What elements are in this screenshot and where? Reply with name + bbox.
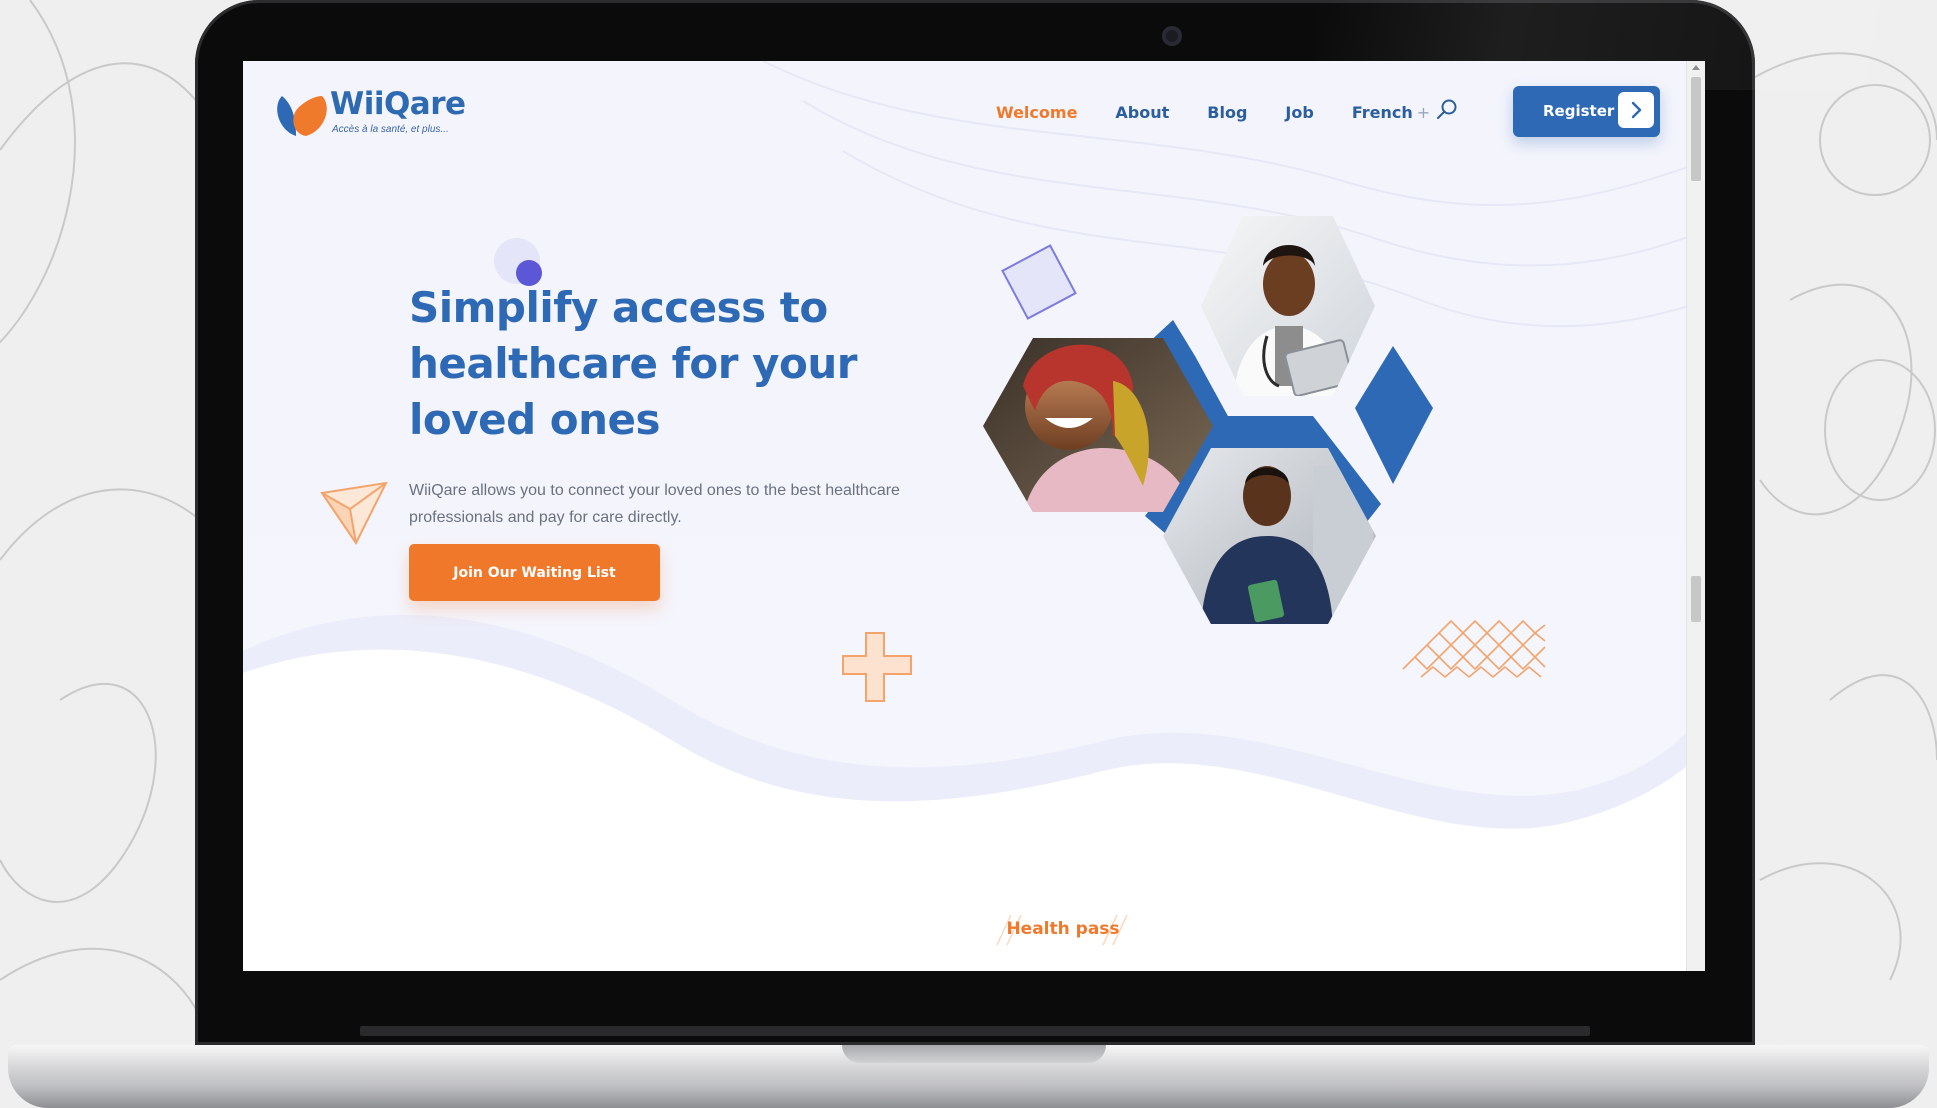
join-waiting-list-button[interactable]: Join Our Waiting List — [409, 544, 660, 601]
page-scrollbar[interactable] — [1686, 61, 1705, 971]
dropdown-plus-icon: + — [1416, 102, 1431, 122]
main-navigation: Welcome About Blog Job French + — [996, 99, 1468, 125]
hero-title: Simplify access to healthcare for your l… — [409, 280, 929, 448]
hero-title-line-3: loved ones — [409, 395, 661, 444]
register-label: Register — [1543, 102, 1615, 120]
brand-name: WiiQare — [330, 86, 466, 122]
laptop-hinge — [360, 1026, 1590, 1036]
hero-title-line-1: Simplify access to — [409, 283, 828, 332]
chevron-right-icon — [1618, 92, 1654, 128]
hero-description-line-2: professionals and pay for care directly. — [409, 509, 682, 526]
scrollbar-marker — [1691, 576, 1701, 622]
browser-viewport: WiiQare Accès à la santé, et plus... Wel… — [243, 61, 1705, 971]
hero-description-line-1: WiiQare allows you to connect your loved… — [409, 482, 900, 499]
webcam-icon — [1162, 26, 1182, 46]
hero-description: WiiQare allows you to connect your loved… — [409, 477, 969, 531]
paper-plane-decoration — [320, 481, 388, 545]
hero-photo-collage — [983, 216, 1433, 624]
search-icon[interactable] — [1435, 98, 1459, 122]
laptop-notch — [842, 1045, 1106, 1063]
heart-logo-icon — [277, 96, 327, 136]
doctor-photo — [1201, 216, 1375, 396]
brand-logo[interactable]: WiiQare Accès à la santé, et plus... — [276, 86, 476, 142]
nav-item-job[interactable]: Job — [1285, 103, 1313, 122]
nav-item-welcome[interactable]: Welcome — [996, 103, 1077, 122]
nav-item-blog[interactable]: Blog — [1207, 103, 1247, 122]
language-label: French — [1351, 102, 1413, 122]
nav-item-about[interactable]: About — [1115, 103, 1169, 122]
nav-item-language[interactable]: French + — [1352, 103, 1430, 122]
plus-decoration — [842, 632, 912, 702]
scrollbar-thumb[interactable] — [1691, 77, 1701, 181]
hero-title-line-2: healthcare for your — [409, 339, 857, 388]
brand-tagline: Accès à la santé, et plus... — [332, 124, 449, 135]
health-pass-label: Health pass — [1006, 919, 1120, 939]
scroll-up-arrow-icon[interactable] — [1692, 65, 1700, 70]
register-button[interactable]: Register — [1513, 86, 1660, 137]
